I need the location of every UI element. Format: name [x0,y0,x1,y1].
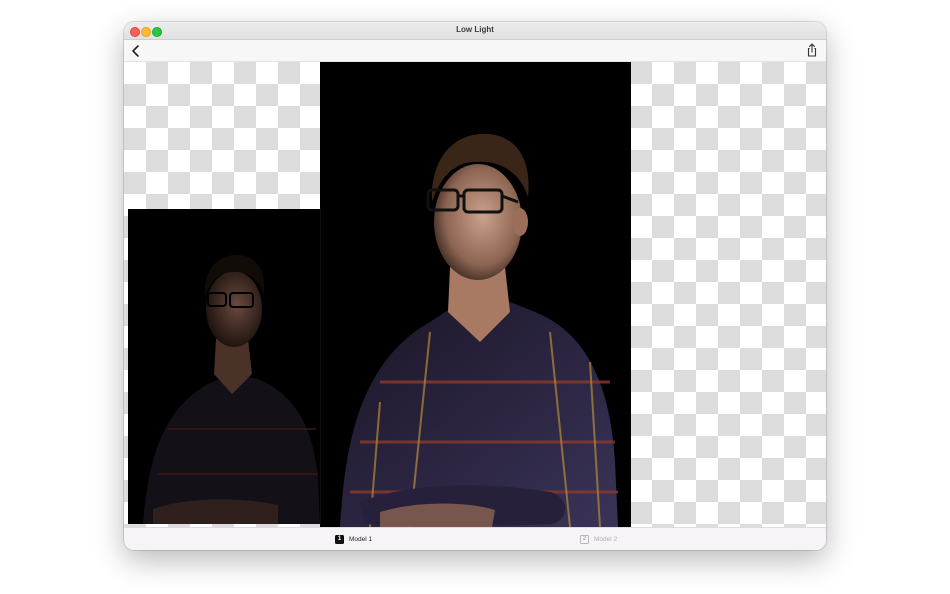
chevron-left-icon [132,45,139,57]
tab-label: Model 1 [349,535,373,543]
app-window: Low Light 1 Model 1 2 Model 2 [124,22,826,550]
tab-model-2[interactable]: 2 Model 2 [580,533,617,545]
tab-number-badge: 1 [335,534,344,544]
model-tab-bar: 1 Model 1 2 Model 2 [124,527,826,550]
tab-label: Model 2 [594,535,618,543]
window-title: Low Light [456,25,494,34]
back-button[interactable] [128,43,144,59]
image-canvas[interactable] [124,62,826,527]
tab-number-badge: 2 [580,534,589,544]
title-bar[interactable]: Low Light [124,22,826,40]
main-photo [320,62,631,527]
portrait-photo-main [340,133,618,527]
inset-photo [128,209,320,524]
tab-model-1[interactable]: 1 Model 1 [335,533,372,545]
share-button[interactable] [804,42,820,58]
portrait-photo-original [143,254,320,524]
share-icon [807,43,817,57]
navigation-bar [124,40,826,62]
